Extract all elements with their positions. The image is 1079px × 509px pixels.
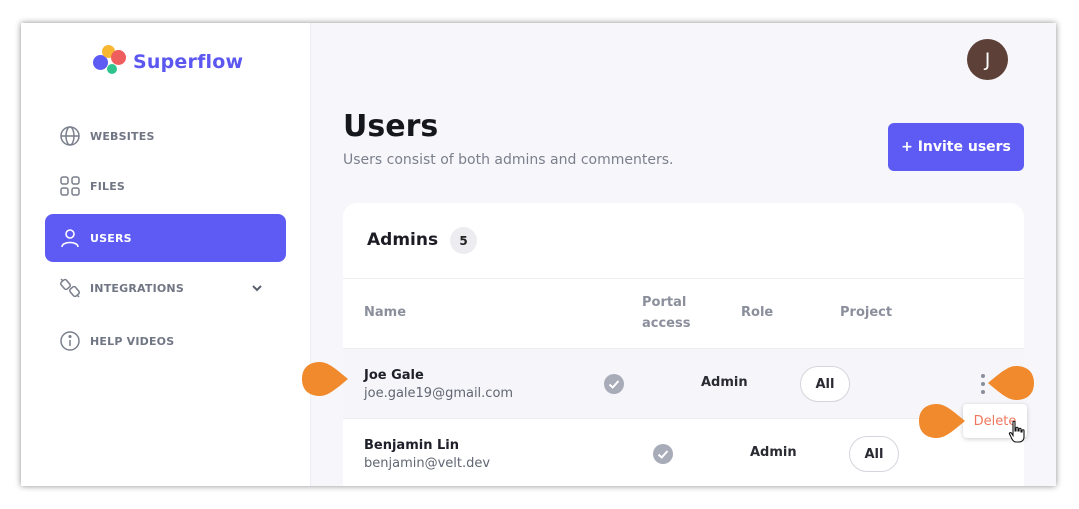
chevron-down-icon[interactable] — [250, 281, 264, 295]
info-icon — [60, 331, 80, 351]
user-name: Joe Gale — [364, 368, 424, 383]
sidebar-item-label: WEBSITES — [90, 129, 155, 143]
sidebar-item-label: USERS — [90, 231, 132, 245]
admins-card: Admins 5 Name Portal access Role Project… — [343, 203, 1024, 486]
sidebar-item-label: FILES — [90, 179, 126, 193]
sidebar-item-files[interactable]: FILES — [45, 162, 286, 210]
column-header-portal-line2: access — [642, 316, 691, 331]
user-role: Admin — [750, 445, 797, 460]
user-icon — [61, 229, 79, 248]
check-circle-icon — [653, 444, 673, 464]
column-header-project: Project — [840, 305, 893, 320]
sidebar-item-label: INTEGRATIONS — [90, 281, 184, 295]
superflow-logo-icon — [93, 45, 129, 79]
column-header-portal-access: Portal access — [642, 292, 690, 334]
annotation-marker — [988, 366, 1034, 400]
logo[interactable]: Superflow — [93, 45, 243, 79]
sidebar-item-users[interactable]: USERS — [45, 214, 286, 262]
user-role: Admin — [701, 375, 748, 390]
column-header-role: Role — [741, 305, 774, 320]
divider — [343, 278, 1024, 279]
admins-title: Admins — [367, 230, 439, 250]
app-window: Superflow WEBSITES FILES USERS INTEGRATI… — [21, 23, 1056, 486]
plug-icon — [59, 278, 81, 298]
invite-users-button[interactable]: + Invite users — [888, 123, 1024, 171]
page-subtitle: Users consist of both admins and comment… — [343, 152, 674, 168]
sidebar-item-websites[interactable]: WEBSITES — [45, 112, 286, 160]
user-name: Benjamin Lin — [364, 438, 459, 453]
globe-icon — [60, 126, 80, 146]
check-circle-icon — [604, 374, 624, 394]
project-pill[interactable]: All — [849, 436, 899, 472]
hand-cursor-icon — [1008, 420, 1025, 443]
app-name: Superflow — [133, 51, 244, 73]
sidebar-item-help-videos[interactable]: HELP VIDEOS — [45, 317, 286, 365]
annotation-marker — [919, 404, 965, 438]
user-email: joe.gale19@gmail.com — [364, 386, 514, 401]
column-header-name: Name — [364, 305, 407, 320]
grid-icon — [60, 176, 80, 196]
sidebar-item-integrations[interactable]: INTEGRATIONS — [45, 264, 286, 312]
page-title: Users — [343, 109, 439, 144]
sidebar-item-label: HELP VIDEOS — [90, 334, 175, 348]
column-header-portal-line1: Portal — [642, 295, 687, 310]
annotation-marker — [302, 362, 348, 396]
sidebar: Superflow WEBSITES FILES USERS INTEGRATI… — [21, 23, 311, 486]
project-pill[interactable]: All — [800, 366, 850, 402]
admins-count-badge: 5 — [450, 227, 477, 254]
user-email: benjamin@velt.dev — [364, 456, 491, 471]
avatar[interactable]: J — [967, 39, 1008, 80]
